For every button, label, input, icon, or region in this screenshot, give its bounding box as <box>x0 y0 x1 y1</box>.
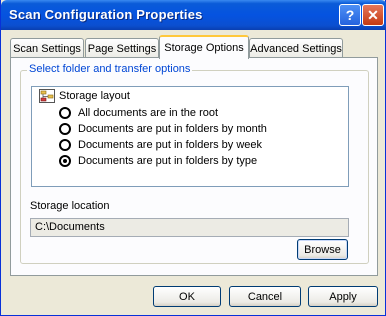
ok-button[interactable]: OK <box>153 286 221 307</box>
tab-page-settings[interactable]: Page Settings <box>85 38 159 58</box>
tab-advanced-settings[interactable]: Advanced Settings <box>249 38 343 58</box>
apply-label: Apply <box>329 290 357 303</box>
storage-layout-title: Storage layout <box>59 90 130 102</box>
storage-layout-header: Storage layout <box>39 89 130 103</box>
radio-option-week[interactable]: Documents are put in folders by week <box>59 139 262 151</box>
radio-label: All documents are in the root <box>78 107 219 119</box>
radio-button[interactable] <box>59 123 71 135</box>
close-button[interactable]: ✕ <box>362 4 384 26</box>
title-bar[interactable]: Scan Configuration Properties ? ✕ <box>1 0 386 30</box>
storage-layout-box: Storage layout All documents are in the … <box>31 86 349 187</box>
window-title: Scan Configuration Properties <box>9 7 203 22</box>
cancel-label: Cancel <box>247 290 283 303</box>
group-legend: Select folder and transfer options <box>27 63 193 75</box>
close-icon: ✕ <box>367 6 379 23</box>
tab-storage-options[interactable]: Storage Options <box>159 35 249 59</box>
tab-label: Storage Options <box>164 42 244 54</box>
cancel-button[interactable]: Cancel <box>229 286 301 307</box>
radio-option-month[interactable]: Documents are put in folders by month <box>59 123 267 135</box>
radio-label: Documents are put in folders by month <box>78 123 267 135</box>
radio-button[interactable] <box>59 139 71 151</box>
radio-option-type[interactable]: Documents are put in folders by type <box>59 155 257 167</box>
folder-tree-icon <box>39 89 55 103</box>
storage-location-label: Storage location <box>30 200 110 212</box>
browse-label: Browse <box>304 243 341 256</box>
radio-button-selected[interactable] <box>59 155 71 167</box>
browse-button[interactable]: Browse <box>297 239 348 260</box>
radio-button[interactable] <box>59 107 71 119</box>
tab-label: Scan Settings <box>13 42 81 55</box>
radio-option-root[interactable]: All documents are in the root <box>59 107 218 119</box>
help-button[interactable]: ? <box>339 4 361 26</box>
storage-location-field[interactable]: C:\Documents <box>30 218 349 237</box>
tab-label: Page Settings <box>87 42 157 55</box>
tab-label: Advanced Settings <box>250 42 342 55</box>
help-icon: ? <box>345 7 355 23</box>
radio-label: Documents are put in folders by week <box>78 139 263 151</box>
ok-label: OK <box>179 290 195 303</box>
properties-dialog: Scan Configuration Properties ? ✕ Scan S… <box>0 0 386 316</box>
storage-options-panel: Select folder and transfer options Stora… <box>10 57 378 276</box>
tab-scan-settings[interactable]: Scan Settings <box>10 38 84 58</box>
radio-label: Documents are put in folders by type <box>78 155 258 167</box>
apply-button[interactable]: Apply <box>308 286 378 307</box>
